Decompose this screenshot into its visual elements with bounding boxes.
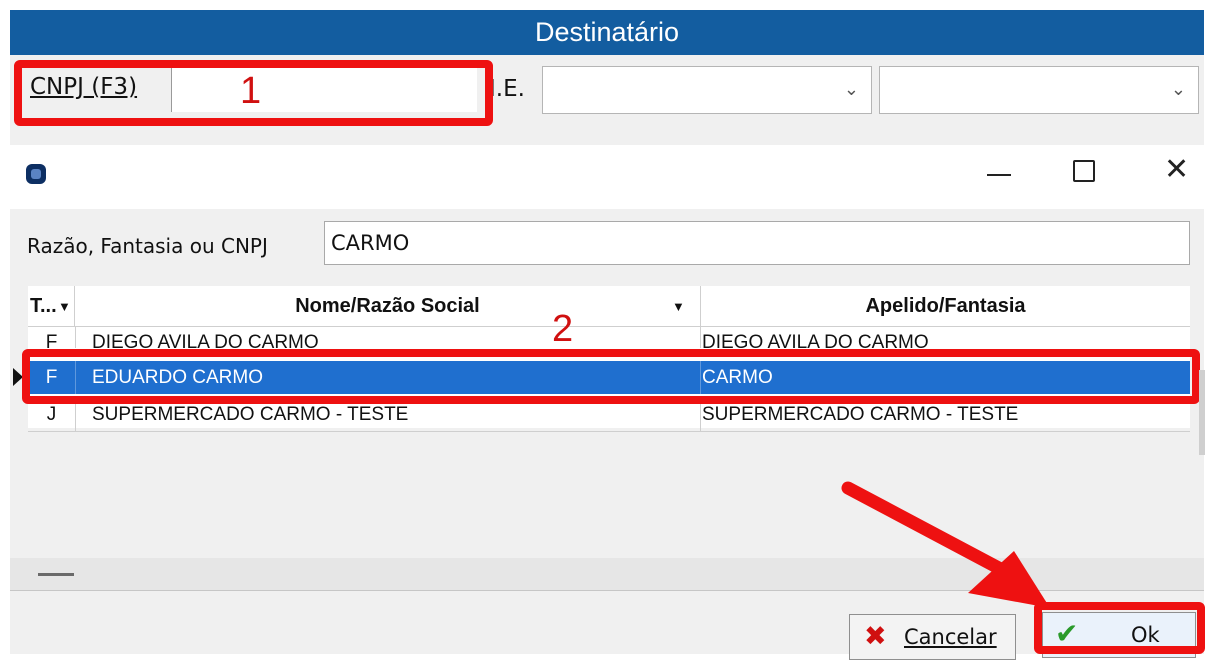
annotation-arrow bbox=[841, 481, 1050, 608]
